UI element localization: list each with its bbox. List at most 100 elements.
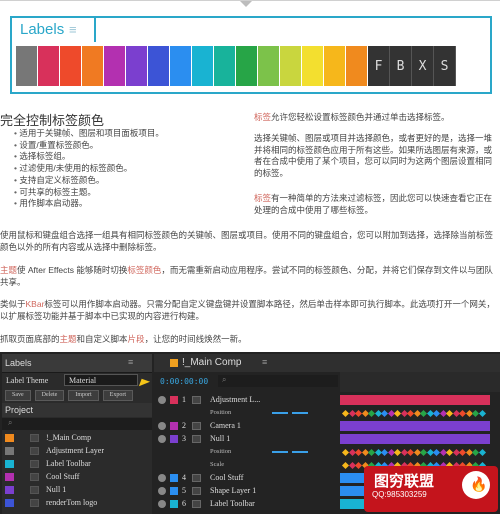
para-text: 有一种简单的方法来过滤标签，因此您可以快速查看它正在处理的合成中使用了哪些标签。	[254, 193, 493, 215]
keyword-labels: 标签	[254, 112, 272, 122]
label-color-chip[interactable]	[5, 447, 14, 455]
visibility-eye-icon[interactable]	[158, 422, 166, 430]
keyword-themes-link[interactable]: 主题	[60, 334, 77, 344]
project-item[interactable]: Adjustment Layer	[2, 445, 152, 457]
save-button[interactable]: Save	[5, 390, 31, 401]
label-color-chip[interactable]	[5, 473, 14, 481]
label-color-chip[interactable]	[5, 486, 14, 494]
panel-menu-icon[interactable]: ≡	[128, 357, 133, 367]
keyframe-diamond-icon[interactable]	[478, 409, 486, 417]
layer-label-chip[interactable]	[170, 435, 178, 443]
label-swatch-7[interactable]	[148, 46, 170, 86]
visibility-eye-icon[interactable]	[158, 500, 166, 508]
timeline-layer-row[interactable]: 2 Camera 1	[154, 420, 340, 432]
label-swatch-14[interactable]	[302, 46, 324, 86]
label-swatch-8[interactable]	[170, 46, 192, 86]
export-button[interactable]: Export	[102, 390, 134, 401]
visibility-eye-icon[interactable]	[158, 396, 166, 404]
layer-property-row[interactable]: Position	[154, 446, 340, 458]
hamburger-menu-icon[interactable]: ≡	[69, 23, 81, 36]
layer-label-chip[interactable]	[170, 396, 178, 404]
feature-list: 适用于关键帧、图层和项目面板项目。设置/重置标签颜色。选择标签组。过滤使用/未使…	[0, 128, 164, 210]
comp-title[interactable]: !_Main Comp	[182, 357, 241, 368]
visibility-eye-icon[interactable]	[158, 435, 166, 443]
layer-number: 6	[182, 499, 186, 508]
layer-type-icon	[192, 487, 201, 495]
layer-duration-bar[interactable]	[340, 421, 490, 431]
toolbar-button-f[interactable]: F	[368, 46, 390, 86]
label-swatch-16[interactable]	[346, 46, 368, 86]
project-item[interactable]: Null 1	[2, 484, 152, 496]
label-swatch-5[interactable]	[104, 46, 126, 86]
para-text: 允许您轻松设置标签颜色并通过单击选择标签。	[271, 112, 450, 122]
project-search-input[interactable]: ⌕	[2, 418, 152, 430]
layer-duration-bar[interactable]	[340, 395, 490, 405]
keyword-snippets-link[interactable]: 片段	[128, 334, 145, 344]
label-swatch-10[interactable]	[214, 46, 236, 86]
property-name: Position	[210, 448, 232, 455]
toolbar-button-x[interactable]: X	[412, 46, 434, 86]
keyframe-row	[341, 446, 493, 458]
timeline-layer-row[interactable]: 6 Label Toolbar	[154, 498, 340, 510]
layer-duration-bar[interactable]	[340, 434, 490, 444]
timeline-search-input[interactable]: ⌕	[218, 375, 338, 387]
timeline-layer-row[interactable]: 3 Null 1	[154, 433, 340, 445]
para-text: 抓取页面底部的	[0, 334, 60, 344]
keyframe-graph-icon	[292, 451, 308, 453]
timeline-layer-row[interactable]: 4 Cool Stuff	[154, 472, 340, 484]
label-color-chip[interactable]	[5, 434, 14, 442]
watermark-title: 图穷联盟	[374, 473, 435, 490]
label-swatch-15[interactable]	[324, 46, 346, 86]
label-swatch-12[interactable]	[258, 46, 280, 86]
label-swatch-4[interactable]	[82, 46, 104, 86]
time-ruler[interactable]	[340, 372, 500, 392]
label-swatch-6[interactable]	[126, 46, 148, 86]
keyword-label-colors: 标签颜色	[127, 265, 162, 275]
timeline-layer-row[interactable]: 1 Adjustment L...	[154, 394, 340, 406]
keyword-labels: 标签	[254, 193, 272, 203]
property-name: Scale	[210, 461, 225, 468]
layer-number: 4	[182, 473, 186, 482]
feature-item: 支持自定义标签颜色。	[14, 175, 164, 187]
toolbar-title: Labels	[20, 21, 65, 38]
layer-type-icon	[192, 474, 201, 482]
layer-property-row[interactable]: Position	[154, 407, 340, 419]
keyframe-diamond-icon[interactable]	[478, 448, 486, 456]
top-divider	[0, 0, 500, 11]
property-name: Position	[210, 409, 232, 416]
label-swatch-2[interactable]	[38, 46, 60, 86]
layer-label-chip[interactable]	[170, 422, 178, 430]
comp-icon	[30, 486, 39, 494]
layer-name: Camera 1	[210, 421, 241, 430]
label-color-chip[interactable]	[5, 499, 14, 507]
project-item[interactable]: renderTom logo	[2, 497, 152, 509]
layer-name: Cool Stuff	[210, 473, 244, 482]
import-button[interactable]: Import	[68, 390, 99, 401]
swatch-row: FBXS	[16, 46, 456, 86]
delete-button[interactable]: Delete	[34, 390, 65, 401]
timecode[interactable]: 0:00:00:00	[160, 377, 208, 386]
theme-select[interactable]: Material	[64, 374, 138, 386]
label-swatch-3[interactable]	[60, 46, 82, 86]
layer-property-row[interactable]: Scale	[154, 459, 340, 471]
visibility-eye-icon[interactable]	[158, 474, 166, 482]
project-item[interactable]: Label Toolbar	[2, 458, 152, 470]
feature-item: 过滤使用/未使用的标签颜色。	[14, 163, 164, 175]
label-color-chip[interactable]	[5, 460, 14, 468]
label-swatch-11[interactable]	[236, 46, 258, 86]
toolbar-button-b[interactable]: B	[390, 46, 412, 86]
layer-label-chip[interactable]	[170, 487, 178, 495]
timeline-menu-icon[interactable]: ≡	[262, 357, 267, 367]
layer-label-chip[interactable]	[170, 500, 178, 508]
visibility-eye-icon[interactable]	[158, 487, 166, 495]
comp-label-swatch	[170, 359, 178, 367]
project-item[interactable]: !_Main Comp	[2, 432, 152, 444]
label-swatch-1[interactable]	[16, 46, 38, 86]
caret-down-icon	[240, 1, 252, 7]
toolbar-button-s[interactable]: S	[434, 46, 456, 86]
timeline-layer-row[interactable]: 5 Shape Layer 1	[154, 485, 340, 497]
label-swatch-13[interactable]	[280, 46, 302, 86]
label-swatch-9[interactable]	[192, 46, 214, 86]
layer-label-chip[interactable]	[170, 474, 178, 482]
project-item[interactable]: Cool Stuff	[2, 471, 152, 483]
